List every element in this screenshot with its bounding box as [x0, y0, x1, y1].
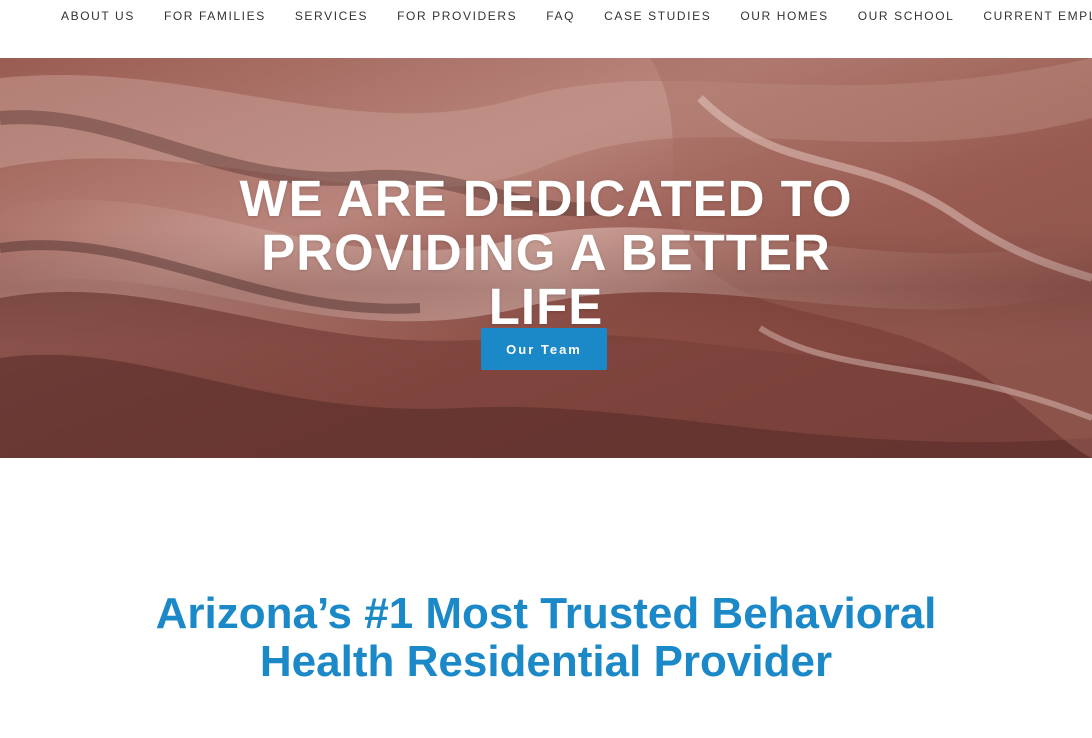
- nav-item-case-studies[interactable]: CASE STUDIES: [604, 9, 711, 23]
- nav-item-current-employees[interactable]: CURRENT EMPLOYEES: [983, 9, 1092, 23]
- nav-item-our-homes[interactable]: OUR HOMES: [740, 9, 828, 23]
- hero-title: WE ARE DEDICATED TO PROVIDING A BETTER L…: [0, 172, 1092, 334]
- nav-item-faq[interactable]: FAQ: [546, 9, 575, 23]
- nav-item-for-families[interactable]: FOR FAMILIES: [164, 9, 266, 23]
- hero-title-line: WE ARE DEDICATED TO: [239, 170, 853, 228]
- main-navigation: ABOUT US FOR FAMILIES SERVICES FOR PROVI…: [0, 0, 1092, 58]
- nav-item-about-us[interactable]: ABOUT US: [61, 9, 135, 23]
- headline-line: Arizona’s #1 Most Trusted Behavioral: [155, 588, 937, 638]
- nav-list: ABOUT US FOR FAMILIES SERVICES FOR PROVI…: [61, 9, 1092, 23]
- hero-banner: WE ARE DEDICATED TO PROVIDING A BETTER L…: [0, 58, 1092, 458]
- page-headline: Arizona’s #1 Most Trusted Behavioral Hea…: [0, 588, 1092, 686]
- hero-title-line: LIFE: [488, 278, 604, 336]
- nav-item-for-providers[interactable]: FOR PROVIDERS: [397, 9, 517, 23]
- our-team-button[interactable]: Our Team: [481, 328, 607, 370]
- nav-item-services[interactable]: SERVICES: [295, 9, 368, 23]
- headline-line: Health Residential Provider: [259, 636, 833, 686]
- hero-title-line: PROVIDING A BETTER: [261, 224, 831, 282]
- nav-item-our-school[interactable]: OUR SCHOOL: [858, 9, 955, 23]
